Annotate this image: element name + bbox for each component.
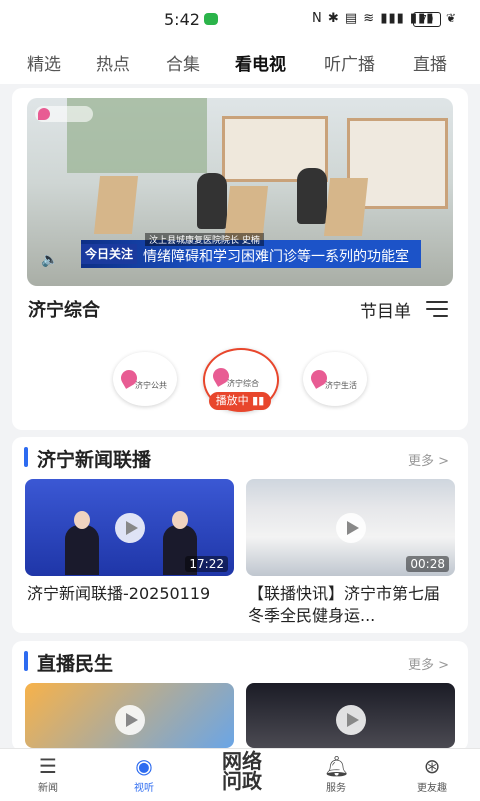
list-menu-icon[interactable] <box>426 301 448 317</box>
scene-easel <box>93 176 139 234</box>
section-title: 济宁新闻联播 <box>37 449 152 471</box>
video-player[interactable]: 今日关注 汶上县城康复医院院长 史楠 情绪障碍和学习困难门诊等一系列的功能室 🔈 <box>27 98 453 286</box>
tab-hot[interactable]: 热点 <box>96 50 130 75</box>
tab-featured[interactable]: 精选 <box>27 50 61 75</box>
more-link[interactable]: 更多 > <box>408 654 449 673</box>
channel-label: 济宁生活 <box>325 381 357 390</box>
video-duration: 17:22 <box>185 556 228 572</box>
nav-service[interactable]: 🔔︎ 服务 <box>296 749 376 801</box>
scene-easel <box>323 178 369 236</box>
nav-label: 视听 <box>134 783 154 794</box>
scene-person <box>297 168 327 224</box>
nav-label: 更友趣 <box>417 783 447 794</box>
more-link[interactable]: 更多 > <box>408 450 449 469</box>
playing-badge: 播放中 ▮▮ <box>209 392 271 410</box>
tab-radio[interactable]: 听广播 <box>324 50 375 75</box>
tab-collections[interactable]: 合集 <box>166 50 200 75</box>
nav-label: 新闻 <box>38 783 58 794</box>
nav-media[interactable]: ◉ 视听 <box>104 749 184 801</box>
anchor-figure <box>172 511 188 529</box>
video-thumbnail[interactable] <box>246 683 455 748</box>
caption-name: 汶上县城康复医院院长 史楠 <box>145 233 264 246</box>
anchor-figure <box>74 511 90 529</box>
play-icon[interactable] <box>336 513 366 543</box>
play-circle-icon: ◉ <box>135 754 153 778</box>
leaf-icon: ❦ <box>446 11 457 25</box>
channel-logo <box>35 106 93 122</box>
video-thumbnail[interactable] <box>25 683 234 748</box>
wechat-icon <box>204 13 218 25</box>
video-thumbnail[interactable]: 00:28 <box>246 479 455 576</box>
nav-online-politics[interactable]: 网络 问政 <box>210 751 274 791</box>
video-thumbnail[interactable]: 17:22 <box>25 479 234 576</box>
bell-icon: 🔔︎ <box>324 754 350 778</box>
current-channel-title: 济宁综合 <box>28 300 100 321</box>
anchor-figure <box>65 525 99 575</box>
status-bar: 5:42 N ✱ ▤ ≋ ▮▮▮ ▮▮▮ 70 ❦ <box>0 0 480 40</box>
channel-jining-public[interactable]: 济宁公共 <box>113 352 177 406</box>
top-tab-bar: 精选 热点 合集 看电视 听广播 直播 <box>0 40 480 84</box>
section-title: 直播民生 <box>37 653 114 675</box>
battery-icon: 70 <box>413 12 441 27</box>
play-icon[interactable] <box>115 705 145 735</box>
channel-label: 济宁综合 <box>227 379 259 388</box>
video-title[interactable]: 济宁新闻联播-20250119 <box>27 583 232 605</box>
tab-watch-tv[interactable]: 看电视 <box>235 50 286 75</box>
scene-person <box>197 173 227 229</box>
video-duration: 00:28 <box>406 556 449 572</box>
aperture-icon: ⊛ <box>423 754 441 778</box>
nav-fun[interactable]: ⊛ 更友趣 <box>392 749 472 801</box>
video-title[interactable]: 【联播快讯】济宁市第七届冬季全民健身运... <box>248 583 453 627</box>
tab-live[interactable]: 直播 <box>413 50 447 75</box>
play-icon[interactable] <box>115 513 145 543</box>
nav-label: 服务 <box>326 783 346 794</box>
play-icon[interactable] <box>336 705 366 735</box>
channel-label: 济宁公共 <box>135 381 167 390</box>
status-time: 5:42 <box>164 10 200 29</box>
mute-icon[interactable]: 🔈 <box>41 252 63 268</box>
section-accent <box>24 447 28 467</box>
program-guide-link[interactable]: 节目单 <box>360 297 411 322</box>
section-accent <box>24 651 28 671</box>
channel-jining-life[interactable]: 济宁生活 <box>303 352 367 406</box>
news-icon: ☰ <box>39 754 57 778</box>
caption-text: 情绪障碍和学习困难门诊等一系列的功能室 <box>143 249 409 265</box>
nav-news[interactable]: ☰ 新闻 <box>8 749 88 801</box>
caption-tag: 今日关注 <box>81 244 137 264</box>
